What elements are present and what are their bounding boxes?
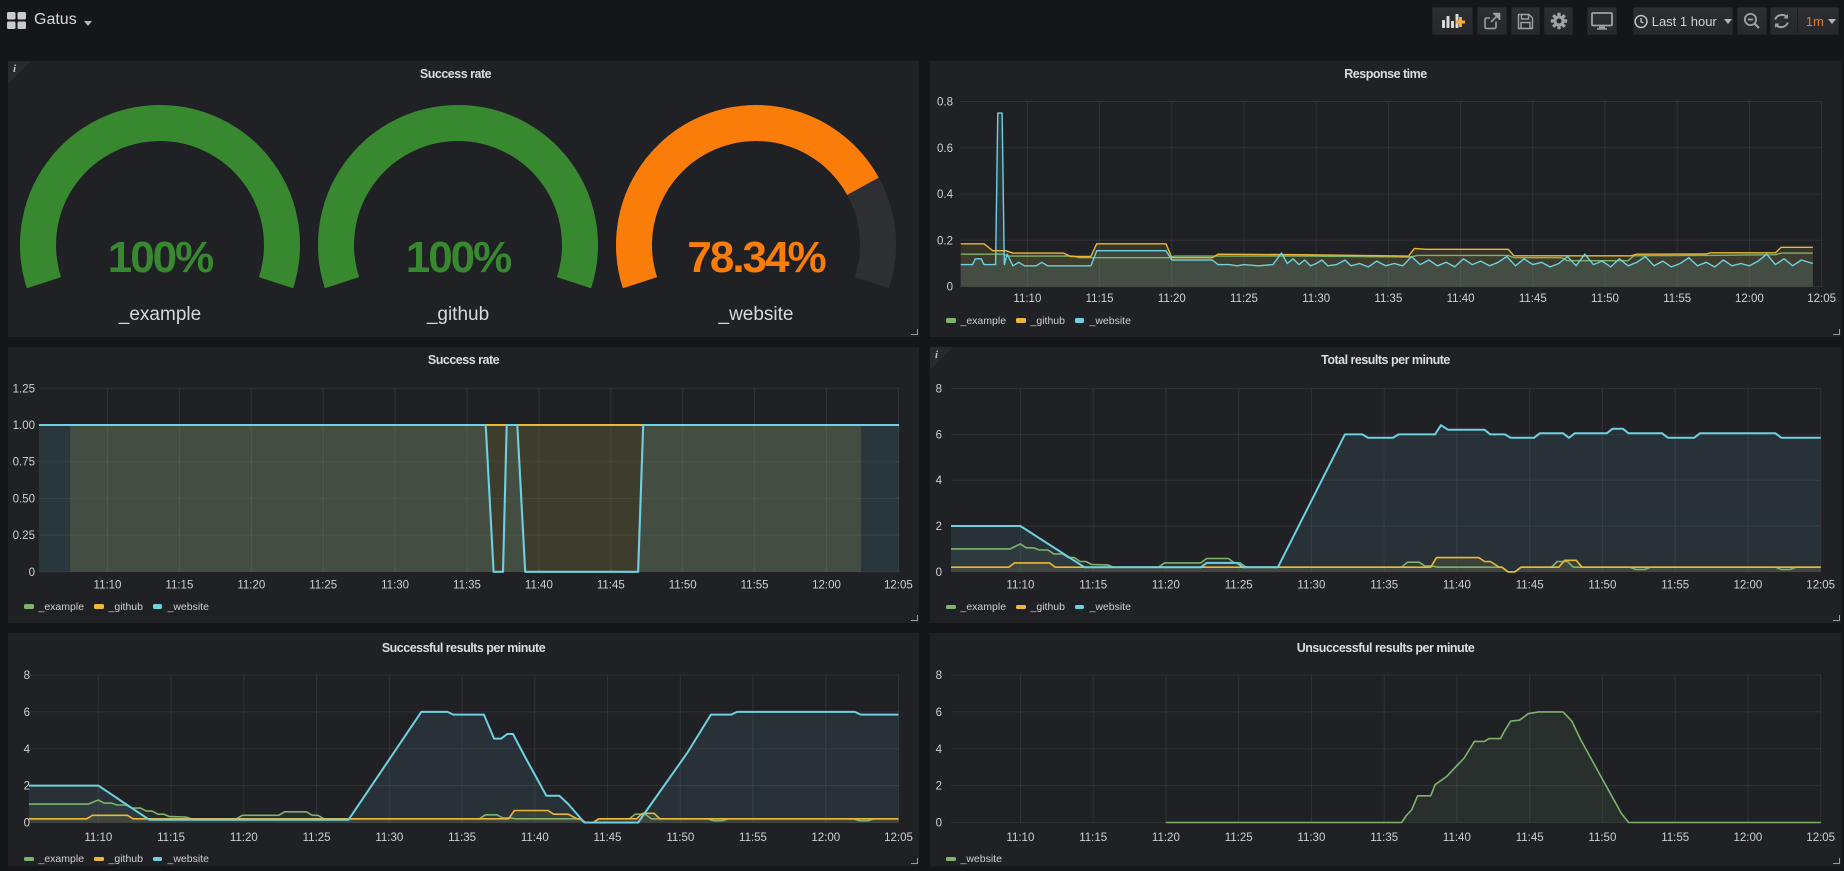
svg-text:11:55: 11:55	[1661, 832, 1689, 844]
svg-text:12:00: 12:00	[811, 832, 840, 844]
svg-text:11:20: 11:20	[237, 580, 265, 592]
svg-text:2: 2	[936, 781, 942, 793]
svg-text:0.75: 0.75	[13, 457, 35, 469]
svg-text:11:15: 11:15	[1079, 580, 1107, 592]
svg-text:11:55: 11:55	[1661, 580, 1689, 592]
svg-text:11:50: 11:50	[1591, 293, 1619, 305]
svg-text:11:30: 11:30	[1297, 580, 1325, 592]
svg-text:11:20: 11:20	[1152, 580, 1180, 592]
svg-text:12:00: 12:00	[812, 580, 841, 592]
svg-text:11:25: 11:25	[1230, 293, 1258, 305]
svg-text:6: 6	[936, 707, 942, 719]
svg-text:12:05: 12:05	[884, 580, 913, 592]
svg-text:11:30: 11:30	[1297, 832, 1325, 844]
svg-text:0: 0	[24, 818, 30, 830]
svg-text:4: 4	[936, 475, 943, 487]
svg-text:0.4: 0.4	[937, 189, 954, 201]
svg-text:0.6: 0.6	[937, 143, 953, 155]
svg-text:12:00: 12:00	[1734, 832, 1763, 844]
svg-text:11:35: 11:35	[448, 832, 476, 844]
svg-text:11:45: 11:45	[597, 580, 625, 592]
svg-text:12:05: 12:05	[1806, 580, 1835, 592]
svg-text:11:40: 11:40	[1443, 580, 1471, 592]
svg-text:11:50: 11:50	[666, 832, 694, 844]
svg-text:2: 2	[24, 781, 30, 793]
svg-text:6: 6	[936, 429, 942, 441]
svg-text:11:25: 11:25	[309, 580, 337, 592]
svg-text:0.50: 0.50	[13, 493, 35, 505]
svg-text:0: 0	[29, 567, 35, 579]
svg-text:8: 8	[936, 384, 942, 396]
svg-text:11:35: 11:35	[453, 580, 481, 592]
svg-text:11:40: 11:40	[1447, 293, 1475, 305]
svg-text:11:50: 11:50	[1588, 580, 1616, 592]
svg-text:0.8: 0.8	[937, 97, 953, 109]
svg-text:1.25: 1.25	[13, 383, 35, 395]
svg-text:12:00: 12:00	[1734, 580, 1763, 592]
svg-text:0: 0	[947, 282, 953, 294]
svg-text:11:35: 11:35	[1374, 293, 1402, 305]
svg-text:11:50: 11:50	[669, 580, 697, 592]
svg-text:11:40: 11:40	[521, 832, 549, 844]
svg-text:1.00: 1.00	[13, 420, 35, 432]
svg-text:12:00: 12:00	[1735, 293, 1764, 305]
svg-text:6: 6	[24, 707, 30, 719]
svg-text:11:30: 11:30	[1302, 293, 1330, 305]
svg-text:8: 8	[936, 670, 942, 682]
svg-text:11:10: 11:10	[1013, 293, 1041, 305]
svg-text:11:55: 11:55	[741, 580, 769, 592]
svg-text:11:30: 11:30	[375, 832, 403, 844]
svg-text:11:45: 11:45	[1519, 293, 1547, 305]
svg-text:11:15: 11:15	[157, 832, 185, 844]
svg-text:11:20: 11:20	[1152, 832, 1180, 844]
svg-text:11:15: 11:15	[1079, 832, 1107, 844]
svg-text:11:45: 11:45	[1516, 832, 1544, 844]
svg-text:11:30: 11:30	[381, 580, 409, 592]
svg-text:8: 8	[24, 670, 30, 682]
svg-text:2: 2	[936, 521, 942, 533]
svg-text:11:20: 11:20	[1158, 293, 1186, 305]
svg-text:11:10: 11:10	[94, 580, 122, 592]
svg-text:11:25: 11:25	[1225, 832, 1253, 844]
svg-text:0: 0	[936, 567, 942, 579]
svg-text:11:10: 11:10	[1006, 580, 1034, 592]
svg-text:11:25: 11:25	[303, 832, 331, 844]
svg-text:11:10: 11:10	[84, 832, 112, 844]
svg-text:12:05: 12:05	[884, 832, 913, 844]
svg-text:11:15: 11:15	[1086, 293, 1114, 305]
svg-text:11:40: 11:40	[1443, 832, 1471, 844]
svg-text:11:55: 11:55	[739, 832, 767, 844]
svg-text:11:45: 11:45	[594, 832, 622, 844]
svg-text:11:40: 11:40	[525, 580, 553, 592]
svg-text:11:35: 11:35	[1370, 580, 1398, 592]
svg-text:11:55: 11:55	[1663, 293, 1691, 305]
svg-text:12:05: 12:05	[1806, 832, 1835, 844]
svg-text:12:05: 12:05	[1807, 293, 1836, 305]
svg-text:0.2: 0.2	[937, 235, 953, 247]
svg-text:11:25: 11:25	[1225, 580, 1253, 592]
svg-text:11:50: 11:50	[1588, 832, 1616, 844]
svg-text:4: 4	[24, 744, 31, 756]
svg-text:11:45: 11:45	[1516, 580, 1544, 592]
svg-text:11:35: 11:35	[1370, 832, 1398, 844]
svg-text:4: 4	[936, 744, 943, 756]
svg-text:11:20: 11:20	[230, 832, 258, 844]
svg-text:11:15: 11:15	[165, 580, 193, 592]
svg-text:11:10: 11:10	[1006, 832, 1034, 844]
svg-text:0.25: 0.25	[13, 530, 35, 542]
svg-text:0: 0	[936, 818, 942, 830]
